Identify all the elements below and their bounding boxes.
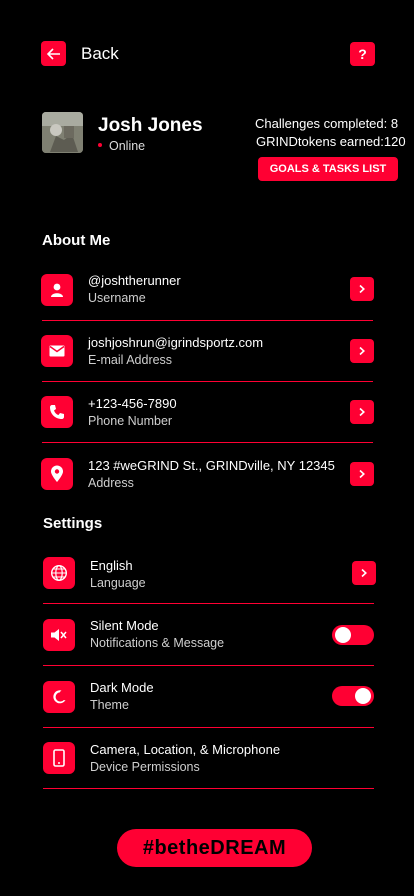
mute-icon	[43, 619, 75, 651]
language-label: Language	[90, 576, 146, 590]
divider	[42, 442, 373, 443]
phone-icon	[41, 396, 73, 428]
about-item-email[interactable]: joshjoshrun@igrindsportz.com E-mail Addr…	[41, 323, 374, 381]
globe-icon	[43, 557, 75, 589]
language-value: English	[90, 558, 133, 573]
address-value: 123 #weGRIND St., GRINDville, NY 12345	[88, 458, 335, 473]
toggle-knob	[335, 627, 351, 643]
help-button[interactable]: ?	[350, 42, 375, 66]
help-label: ?	[358, 46, 367, 62]
email-value: joshjoshrun@igrindsportz.com	[88, 335, 264, 350]
user-icon	[41, 274, 73, 306]
arrow-left-icon	[46, 47, 60, 60]
chevron-right-icon[interactable]	[350, 277, 374, 301]
phone-label: Phone Number	[88, 414, 173, 428]
settings-item-permissions[interactable]: Camera, Location, & Microphone Device Pe…	[43, 730, 375, 788]
email-label: E-mail Address	[88, 353, 173, 367]
address-label: Address	[88, 476, 134, 490]
settings-item-dark-mode: Dark Mode Theme	[43, 668, 375, 726]
permissions-value: Camera, Location, & Microphone	[90, 742, 281, 757]
hashtag-badge: #betheDREAM	[117, 829, 312, 867]
moon-icon	[43, 681, 75, 713]
phone-value: +123-456-7890	[88, 396, 177, 411]
challenges-completed: Challenges completed: 8	[255, 116, 399, 131]
goals-tasks-label: GOALS & TASKS LIST	[269, 163, 387, 175]
toggle-knob	[355, 688, 371, 704]
divider	[43, 727, 374, 728]
permissions-label: Device Permissions	[90, 760, 200, 774]
hashtag-text: #betheDREAM	[142, 836, 287, 859]
online-dot	[98, 143, 102, 147]
chevron-right-icon[interactable]	[350, 462, 374, 486]
about-item-phone[interactable]: +123-456-7890 Phone Number	[41, 384, 374, 442]
divider	[43, 665, 374, 666]
online-status: Online	[109, 139, 146, 153]
settings-title: Settings	[43, 515, 103, 532]
divider	[43, 788, 374, 789]
chevron-right-icon[interactable]	[350, 400, 374, 424]
silent-mode-value: Silent Mode	[90, 618, 159, 633]
device-icon	[43, 742, 75, 774]
silent-mode-label: Notifications & Message	[90, 636, 225, 650]
divider	[42, 320, 373, 321]
grindtokens-earned: GRINDtokens earned:120	[256, 134, 406, 149]
back-label: Back	[81, 44, 119, 63]
profile-name: Josh Jones	[98, 115, 203, 136]
location-pin-icon	[41, 458, 73, 490]
goals-tasks-button[interactable]: GOALS & TASKS LIST	[258, 157, 398, 181]
chevron-right-icon[interactable]	[350, 339, 374, 363]
dark-mode-label: Theme	[90, 698, 129, 712]
divider	[43, 603, 374, 604]
dark-mode-toggle[interactable]	[332, 686, 374, 706]
settings-item-language[interactable]: English Language	[43, 545, 376, 603]
back-button[interactable]	[41, 41, 66, 66]
username-value: @joshtherunner	[88, 273, 181, 288]
chevron-right-icon[interactable]	[352, 561, 376, 585]
silent-mode-toggle[interactable]	[332, 625, 374, 645]
username-label: Username	[88, 291, 146, 305]
mail-icon	[41, 335, 73, 367]
settings-item-silent-mode: Silent Mode Notifications & Message	[43, 606, 375, 664]
about-title: About Me	[42, 232, 111, 249]
about-item-username[interactable]: @joshtherunner Username	[41, 262, 374, 320]
about-item-address[interactable]: 123 #weGRIND St., GRINDville, NY 12345 A…	[41, 445, 374, 503]
divider	[42, 381, 373, 382]
dark-mode-value: Dark Mode	[90, 680, 154, 695]
avatar[interactable]	[42, 112, 83, 153]
